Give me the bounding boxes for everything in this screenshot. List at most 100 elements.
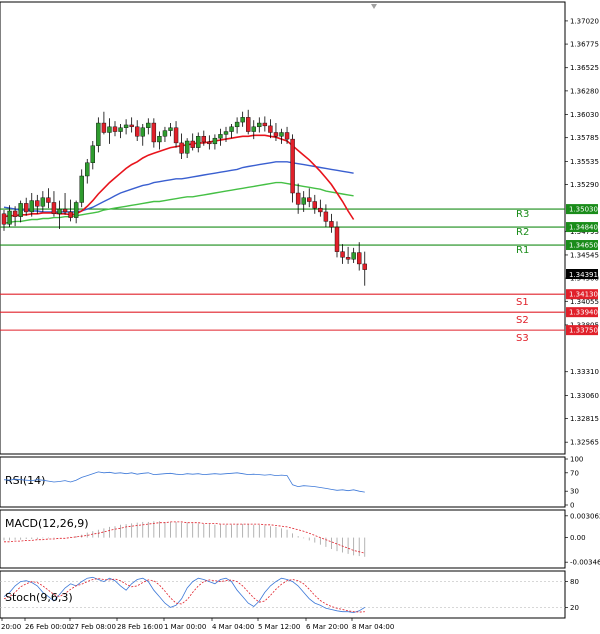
price-tick-label: 1.33310 [570,368,599,376]
candle-body [146,122,151,128]
level-tag-label: 1.34840 [569,224,598,232]
macd-tick-label: 0.00 [570,534,586,542]
candle-body [73,202,79,218]
candle-body [157,136,162,143]
candle-body [351,252,356,260]
price-tick-label: 1.32815 [570,415,599,423]
candle-body [345,257,351,260]
time-tick-label: 20:00 [1,623,21,631]
candle-body [362,263,367,270]
candle-body [35,200,40,207]
rsi-tick-label: 0 [570,502,574,510]
current-price-label: 1.34391 [569,271,598,279]
candle-body [334,226,340,252]
macd-label: MACD(12,26,9) [5,517,89,530]
candle-body [12,210,18,217]
level-tag-label: 1.33940 [569,309,598,317]
candle-body [179,142,184,154]
macd-tick-label: 0.003062 [570,512,600,520]
stoch-tick-label: 80 [570,578,579,586]
level-tag-label: 1.34650 [569,242,598,250]
candle-body [18,203,23,217]
level-name-s2: S2 [516,315,529,326]
macd-tick-label: -0.003463 [570,559,600,567]
price-tick-label: 1.33060 [570,392,599,400]
rsi-tick-label: 30 [570,488,579,496]
candle-body [323,211,329,222]
candle-body [184,140,190,154]
candle-body [107,126,112,133]
candle-body [251,126,256,132]
candle-body [357,252,362,265]
candle-body [196,136,201,148]
candle-body [162,130,168,137]
current-price-tag: 1.34391 [566,269,598,279]
candle-body [218,134,223,139]
candle-body [245,117,251,132]
time-tick-label: 26 Feb 00:00 [25,623,71,631]
rsi-tick-label: 100 [570,456,583,464]
level-name-r3: R3 [516,209,529,220]
candle-body [307,197,312,202]
time-tick-label: 1 Mar 00:00 [164,623,206,631]
candle-body [24,203,29,213]
candle-body [234,121,240,128]
price-tick-label: 1.35290 [570,181,599,189]
time-tick-label: 5 Mar 12:00 [258,623,300,631]
candle-body [295,192,301,205]
forex-chart[interactable]: 1.37020 1.36775 1.36525 1.36280 1.36030 1.357… [0,0,600,634]
candle-body [101,122,107,133]
candle-body [329,221,334,228]
price-tick-label: 1.35535 [570,158,599,166]
candle-body [207,141,212,145]
candle-body [129,124,134,128]
candle-body [240,117,245,123]
level-tag-label: 1.34130 [569,291,598,299]
price-tick-label: 1.37020 [570,17,599,25]
candle-body [57,208,62,215]
candle-body [173,127,179,144]
candle-body [7,210,12,225]
candle-body [279,132,284,137]
candle-body [284,132,290,140]
time-tick-label: 8 Mar 04:00 [352,623,394,631]
candle-body [340,251,345,258]
price-tick-label: 1.36775 [570,41,599,49]
level-name-r1: R1 [516,245,529,256]
candle-body [262,122,268,127]
time-tick-label: 27 Feb 08:00 [70,623,116,631]
rsi-tick-label: 70 [570,469,579,477]
level-name-s1: S1 [516,297,529,308]
candle-body [301,197,306,205]
level-name-r2: R2 [516,227,529,238]
time-tick-label: 4 Mar 04:00 [212,623,254,631]
candle-body [201,136,207,143]
candle-body [62,208,68,213]
stoch-tick-label: 20 [570,604,579,612]
price-tick-label: 1.36280 [570,87,599,95]
candle-body [112,126,118,132]
candle-body [46,197,51,203]
candle-body [151,122,157,143]
price-tick-label: 1.36030 [570,111,599,119]
candle-body [85,162,90,177]
candle-body [40,197,46,207]
candle-body [268,125,273,133]
candle-body [123,124,129,128]
candle-body [290,138,295,194]
candle-body [318,207,323,213]
candle-body [29,200,34,213]
price-tick-label: 1.32565 [570,439,599,447]
time-tick-label: 28 Feb 16:00 [117,623,163,631]
candle-body [118,127,123,132]
candle-body [140,127,145,137]
stoch-label: Stoch(9,6,3) [5,591,73,604]
candle-body [134,126,140,137]
price-tick-label: 1.36525 [570,64,599,72]
candle-body [68,211,73,218]
candle-body [96,122,101,146]
level-tag-label: 1.33750 [569,327,598,335]
candle-body [79,175,84,203]
candle-body [190,140,195,148]
candle-body [273,132,279,137]
